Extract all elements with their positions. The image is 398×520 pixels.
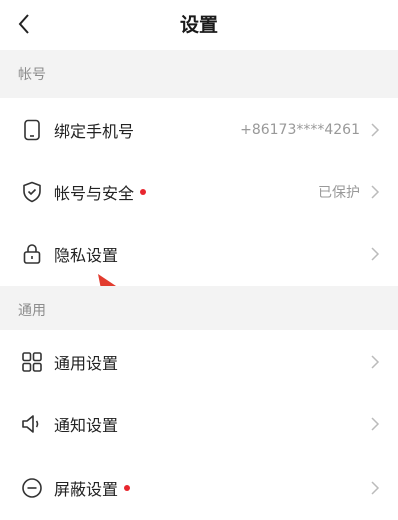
settings-row-account-security[interactable]: 帐号与安全 已保护 <box>0 160 398 224</box>
settings-row-label: 屏蔽设置 <box>54 456 131 520</box>
settings-row-value: 已保护 <box>318 185 360 201</box>
red-dot-badge <box>140 189 147 195</box>
lock-icon <box>23 244 41 264</box>
settings-row-value: +86173****4261 <box>240 122 360 138</box>
chevron-right-icon <box>371 185 380 199</box>
settings-row-privacy[interactable]: 隐私设置 <box>0 222 398 286</box>
block-icon <box>22 478 42 498</box>
section-header-general: 通用 <box>0 286 398 334</box>
chevron-right-icon <box>371 123 380 137</box>
grid-icon <box>22 352 42 372</box>
page-title: 设置 <box>179 14 218 36</box>
settings-row-label: 通知设置 <box>54 416 119 435</box>
phone-icon <box>24 119 40 141</box>
red-dot-badge <box>124 485 131 491</box>
speaker-icon <box>22 415 39 433</box>
settings-row-notification[interactable]: 通知设置 <box>0 392 398 456</box>
chevron-right-icon <box>371 247 380 261</box>
settings-row-block[interactable]: 屏蔽设置 <box>0 456 398 520</box>
chevron-right-icon <box>371 355 380 369</box>
settings-row-label: 通用设置 <box>54 354 119 373</box>
settings-row-general[interactable]: 通用设置 <box>0 330 398 394</box>
shield-check-icon <box>23 181 41 203</box>
chevron-right-icon <box>371 481 380 495</box>
chevron-right-icon <box>371 417 380 431</box>
section-header-account: 帐号 <box>0 50 398 98</box>
settings-row-label: 帐号与安全 <box>54 160 147 224</box>
settings-row-bind-phone[interactable]: 绑定手机号 +86173****4261 <box>0 98 398 162</box>
settings-row-label: 绑定手机号 <box>54 122 135 141</box>
top-bar: 设置 <box>0 0 398 48</box>
